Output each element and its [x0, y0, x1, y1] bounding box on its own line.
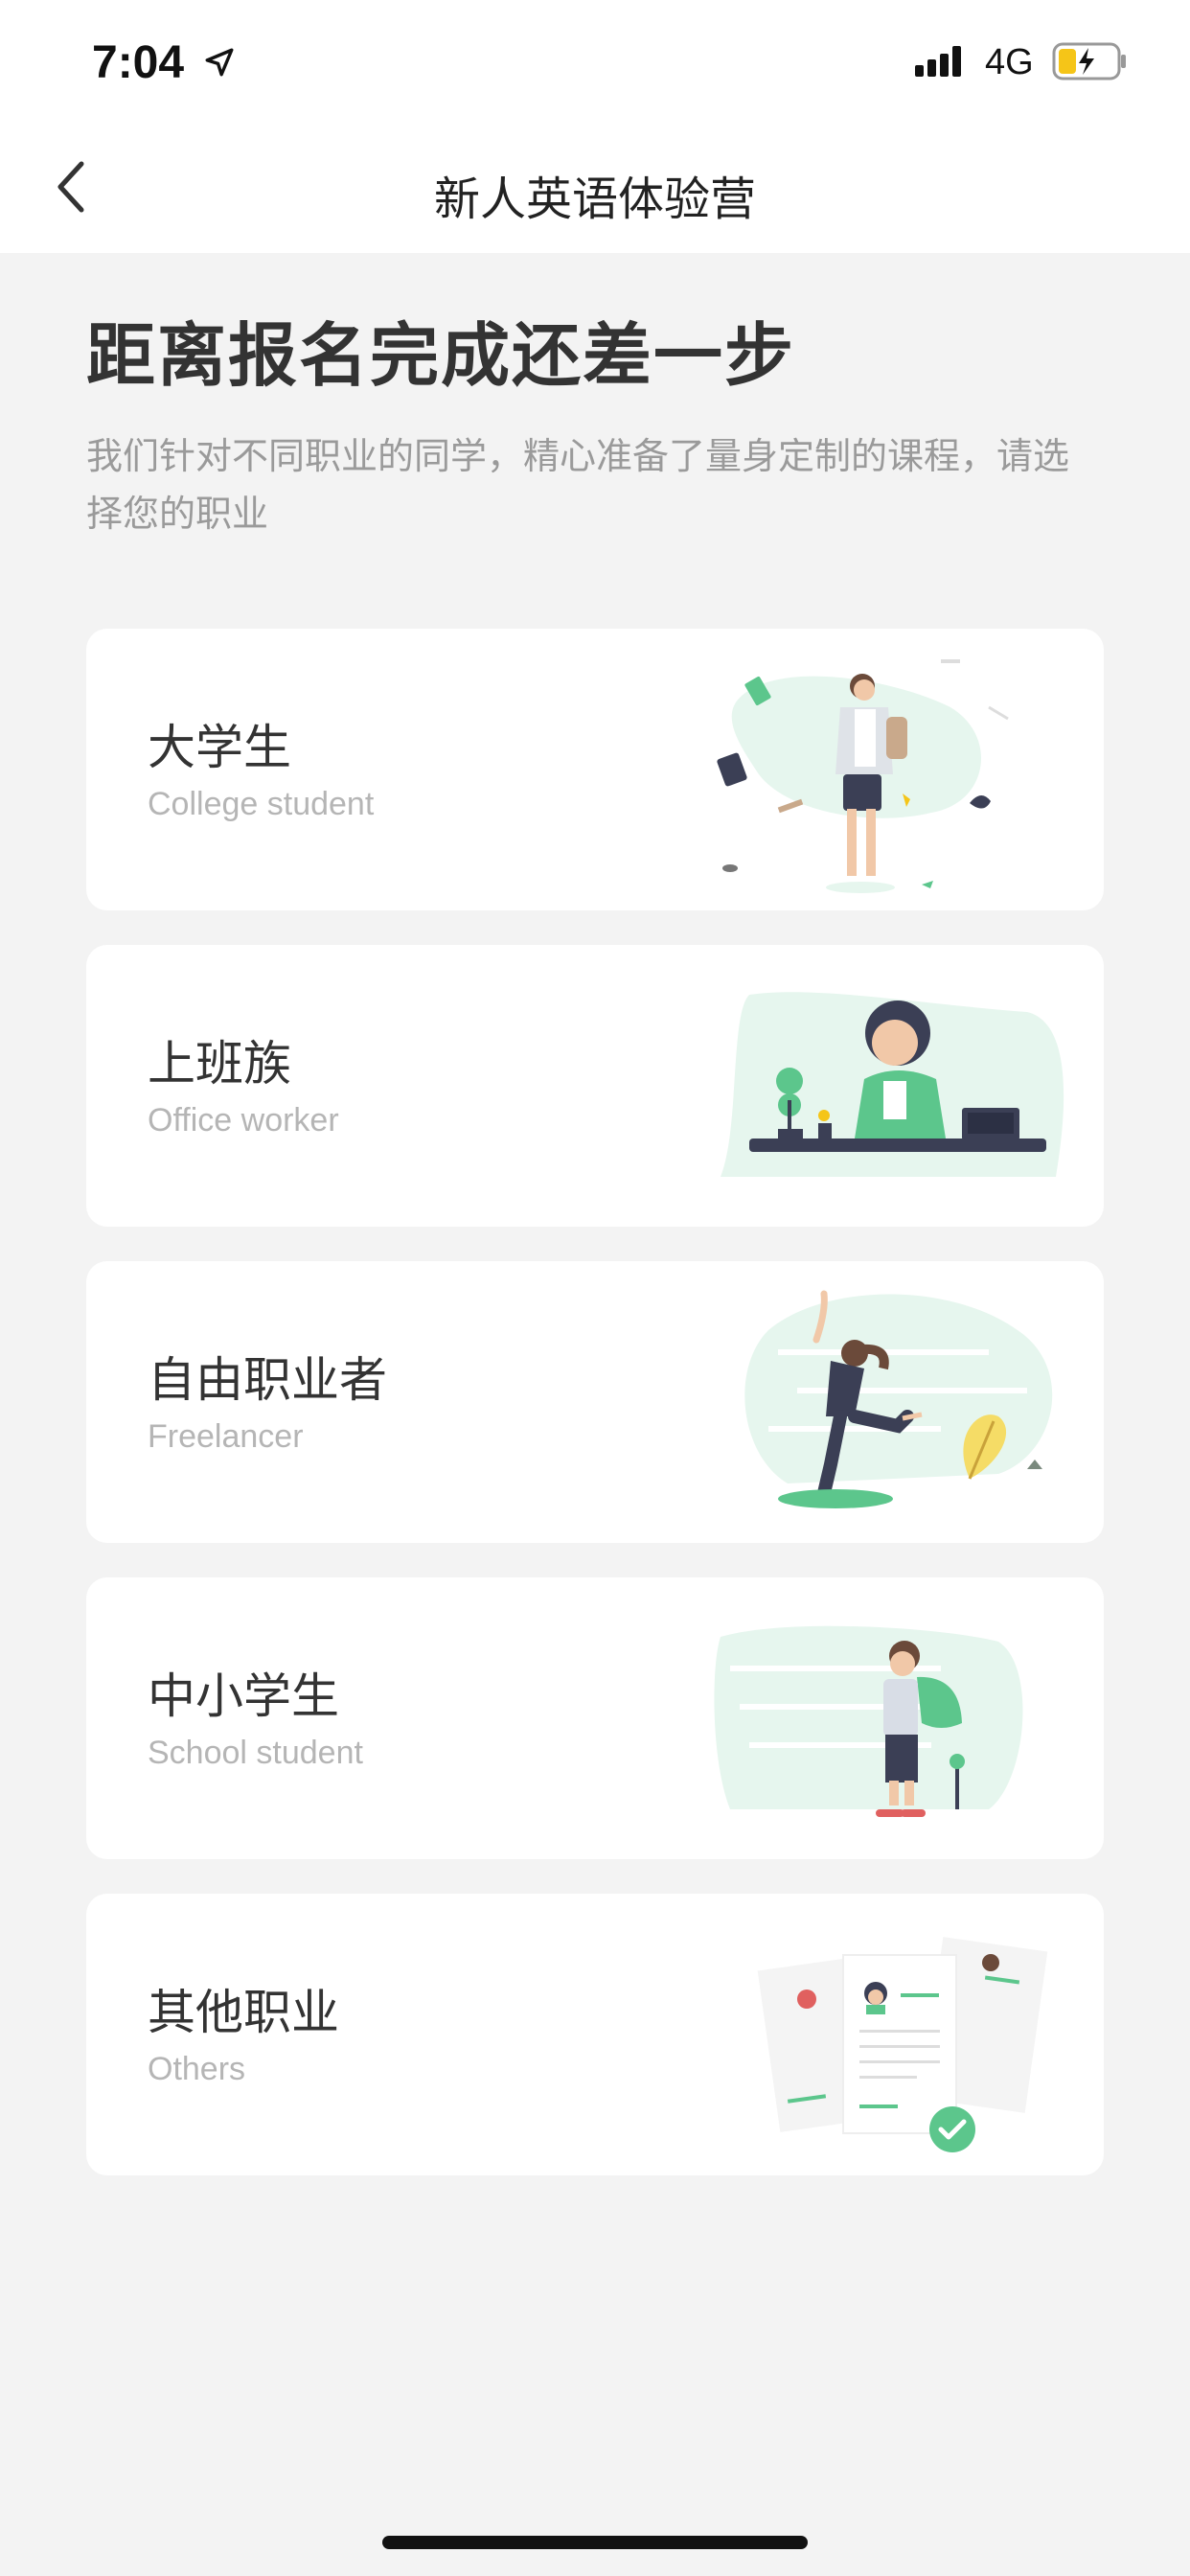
occupation-card-college-student[interactable]: 大学生 College student	[86, 629, 1104, 910]
occupation-card-others[interactable]: 其他职业 Others	[86, 1894, 1104, 2175]
card-title: 自由职业者	[148, 1352, 387, 1408]
battery-charging-icon	[1052, 42, 1129, 84]
occupation-card-school-student[interactable]: 中小学生 School student	[86, 1577, 1104, 1859]
location-arrow-icon	[203, 46, 236, 82]
card-subtitle: Freelancer	[148, 1418, 304, 1455]
card-title: 其他职业	[148, 1985, 339, 2040]
home-indicator	[382, 2536, 808, 2549]
card-subtitle: Others	[148, 2051, 246, 2087]
heading: 距离报名完成还差一步	[86, 315, 796, 396]
network-label: 4G	[985, 42, 1034, 82]
status-bar: 7:04 4G	[0, 0, 1190, 125]
school-student-illustration	[714, 1625, 1023, 1817]
card-title: 上班族	[148, 1036, 291, 1092]
card-subtitle: Office worker	[148, 1102, 339, 1138]
documents-illustration	[757, 1937, 1048, 2152]
nav-bar: 新人英语体验营	[0, 125, 1190, 253]
status-time: 7:04	[92, 37, 185, 88]
occupation-card-office-worker[interactable]: 上班族 Office worker	[86, 945, 1104, 1227]
card-subtitle: College student	[148, 786, 375, 822]
college-student-illustration	[717, 659, 1009, 893]
card-title: 中小学生	[148, 1668, 339, 1724]
freelancer-illustration	[744, 1290, 1053, 1508]
page-title: 新人英语体验营	[433, 172, 756, 226]
subtext: 我们针对不同职业的同学，精心准备了量身定制的课程，请选择您的职业	[86, 435, 1070, 535]
occupation-card-freelancer[interactable]: 自由职业者 Freelancer	[86, 1261, 1104, 1543]
office-worker-illustration	[721, 992, 1064, 1177]
card-title: 大学生	[148, 720, 291, 775]
signal-icon	[915, 46, 969, 82]
card-subtitle: School student	[148, 1735, 363, 1771]
